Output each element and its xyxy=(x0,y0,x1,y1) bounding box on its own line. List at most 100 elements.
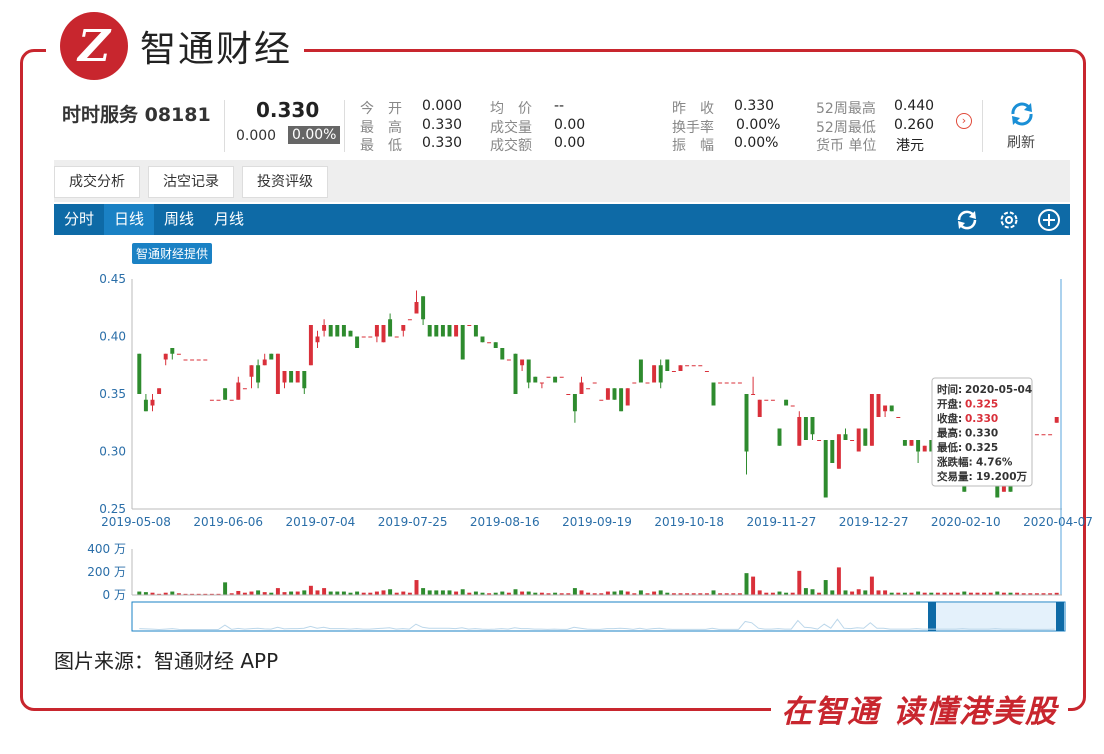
y-tick-label: 0.30 xyxy=(99,445,126,459)
volume-bar xyxy=(401,591,406,595)
volume-bar xyxy=(473,591,478,595)
volume-bar xyxy=(863,590,868,595)
candle-body xyxy=(856,428,861,452)
volume-bar xyxy=(447,590,452,595)
candle-body xyxy=(698,365,703,367)
x-tick-label: 2019-05-08 xyxy=(101,515,171,529)
volume-bar xyxy=(916,591,921,595)
candle-body xyxy=(520,359,525,366)
candle-body xyxy=(737,382,742,384)
candle-body xyxy=(922,445,927,452)
candle-body xyxy=(275,353,280,394)
candle-body xyxy=(196,359,201,361)
candle-body xyxy=(744,394,749,452)
y-tick-label: 0.45 xyxy=(99,272,126,286)
tooltip-value: 0.325 xyxy=(965,442,998,454)
volume-bar xyxy=(777,591,782,595)
candle-body xyxy=(863,428,868,446)
volume-bar xyxy=(388,589,393,595)
tooltip-value: 0.325 xyxy=(965,399,998,411)
volume-tick-label: 200 万 xyxy=(87,565,126,579)
tooltip-label: 交易量: xyxy=(937,470,973,483)
volume-bar xyxy=(658,590,663,595)
candle-body xyxy=(665,359,670,371)
candle-body xyxy=(216,399,221,401)
volume-bar xyxy=(843,590,848,595)
tooltip-value: 4.76% xyxy=(976,457,1013,469)
candle-body xyxy=(632,382,637,384)
volume-bar xyxy=(572,588,577,595)
volume-bar xyxy=(619,590,624,595)
candle-body xyxy=(506,359,511,361)
volume-bar xyxy=(295,591,300,595)
tooltip-value: 0.330 xyxy=(965,428,998,440)
volume-bar xyxy=(440,590,445,595)
candle-body xyxy=(751,394,756,395)
candle-body xyxy=(209,399,214,401)
volume-bar xyxy=(797,570,802,595)
volume-bar xyxy=(625,591,630,595)
candle-body xyxy=(170,348,175,354)
volume-bar xyxy=(830,590,835,595)
candle-body xyxy=(685,365,690,367)
slogan: 在智通 读懂港美股 xyxy=(771,686,1068,731)
x-tick-label: 2019-11-27 xyxy=(747,515,817,529)
candle-body xyxy=(599,399,604,401)
tooltip-value: 2020-05-04 xyxy=(965,384,1032,396)
candle-body xyxy=(724,382,729,384)
y-tick-label: 0.40 xyxy=(99,330,126,344)
y-tick-label: 0.35 xyxy=(99,387,126,401)
candle-body xyxy=(704,371,709,372)
candle-body xyxy=(546,376,551,378)
candle-body xyxy=(790,405,795,407)
volume-bar xyxy=(374,591,379,595)
candle-body xyxy=(995,486,1000,498)
candle-body xyxy=(1034,434,1039,436)
volume-bar xyxy=(236,590,241,595)
candle-body xyxy=(467,325,472,326)
volume-bar xyxy=(883,590,888,595)
tooltip-value: 0.330 xyxy=(965,413,998,425)
volume-bar xyxy=(500,591,505,595)
candle-body xyxy=(678,365,683,371)
x-tick-label: 2019-06-06 xyxy=(193,515,263,529)
candle-body xyxy=(183,359,188,361)
candle-body xyxy=(711,382,716,406)
candle-body xyxy=(513,353,518,394)
x-tick-label: 2019-08-16 xyxy=(470,515,540,529)
candle-body xyxy=(447,325,452,337)
candle-body xyxy=(566,394,571,395)
candle-body xyxy=(803,417,808,440)
candle-body xyxy=(605,388,610,400)
candle-body xyxy=(421,296,426,320)
candle-body xyxy=(658,365,663,383)
volume-bar xyxy=(335,591,340,595)
candle-body xyxy=(1001,486,1006,492)
tooltip-value: 19.200万 xyxy=(976,471,1028,483)
candle-body xyxy=(916,440,921,452)
volume-bar xyxy=(520,591,525,595)
volume-bar xyxy=(137,591,142,595)
candle-body xyxy=(586,388,591,390)
candle-body xyxy=(335,325,340,337)
candle-body xyxy=(526,359,531,383)
range-handle-right xyxy=(1056,602,1064,631)
candle-body xyxy=(388,319,393,337)
volume-bar xyxy=(711,590,716,595)
candle-body xyxy=(262,359,267,366)
volume-bar xyxy=(757,590,762,595)
candle-body xyxy=(381,325,386,343)
candle-body xyxy=(909,440,914,446)
candle-body xyxy=(579,382,584,394)
volume-bar xyxy=(308,585,313,595)
candle-body xyxy=(817,440,822,441)
volume-bar xyxy=(289,591,294,595)
volume-bar xyxy=(355,591,360,595)
candle-body xyxy=(1041,434,1046,436)
candle-body xyxy=(533,376,538,383)
candle-body xyxy=(572,394,577,412)
kline-chart[interactable]: 0.45 0.40 0.35 0.30 0.252019-05-08 2019-06-06… xyxy=(0,0,1104,754)
image-source-caption: 图片来源：智通财经 APP xyxy=(54,649,279,673)
volume-bar xyxy=(803,588,808,595)
candle-body xyxy=(1008,486,1013,492)
